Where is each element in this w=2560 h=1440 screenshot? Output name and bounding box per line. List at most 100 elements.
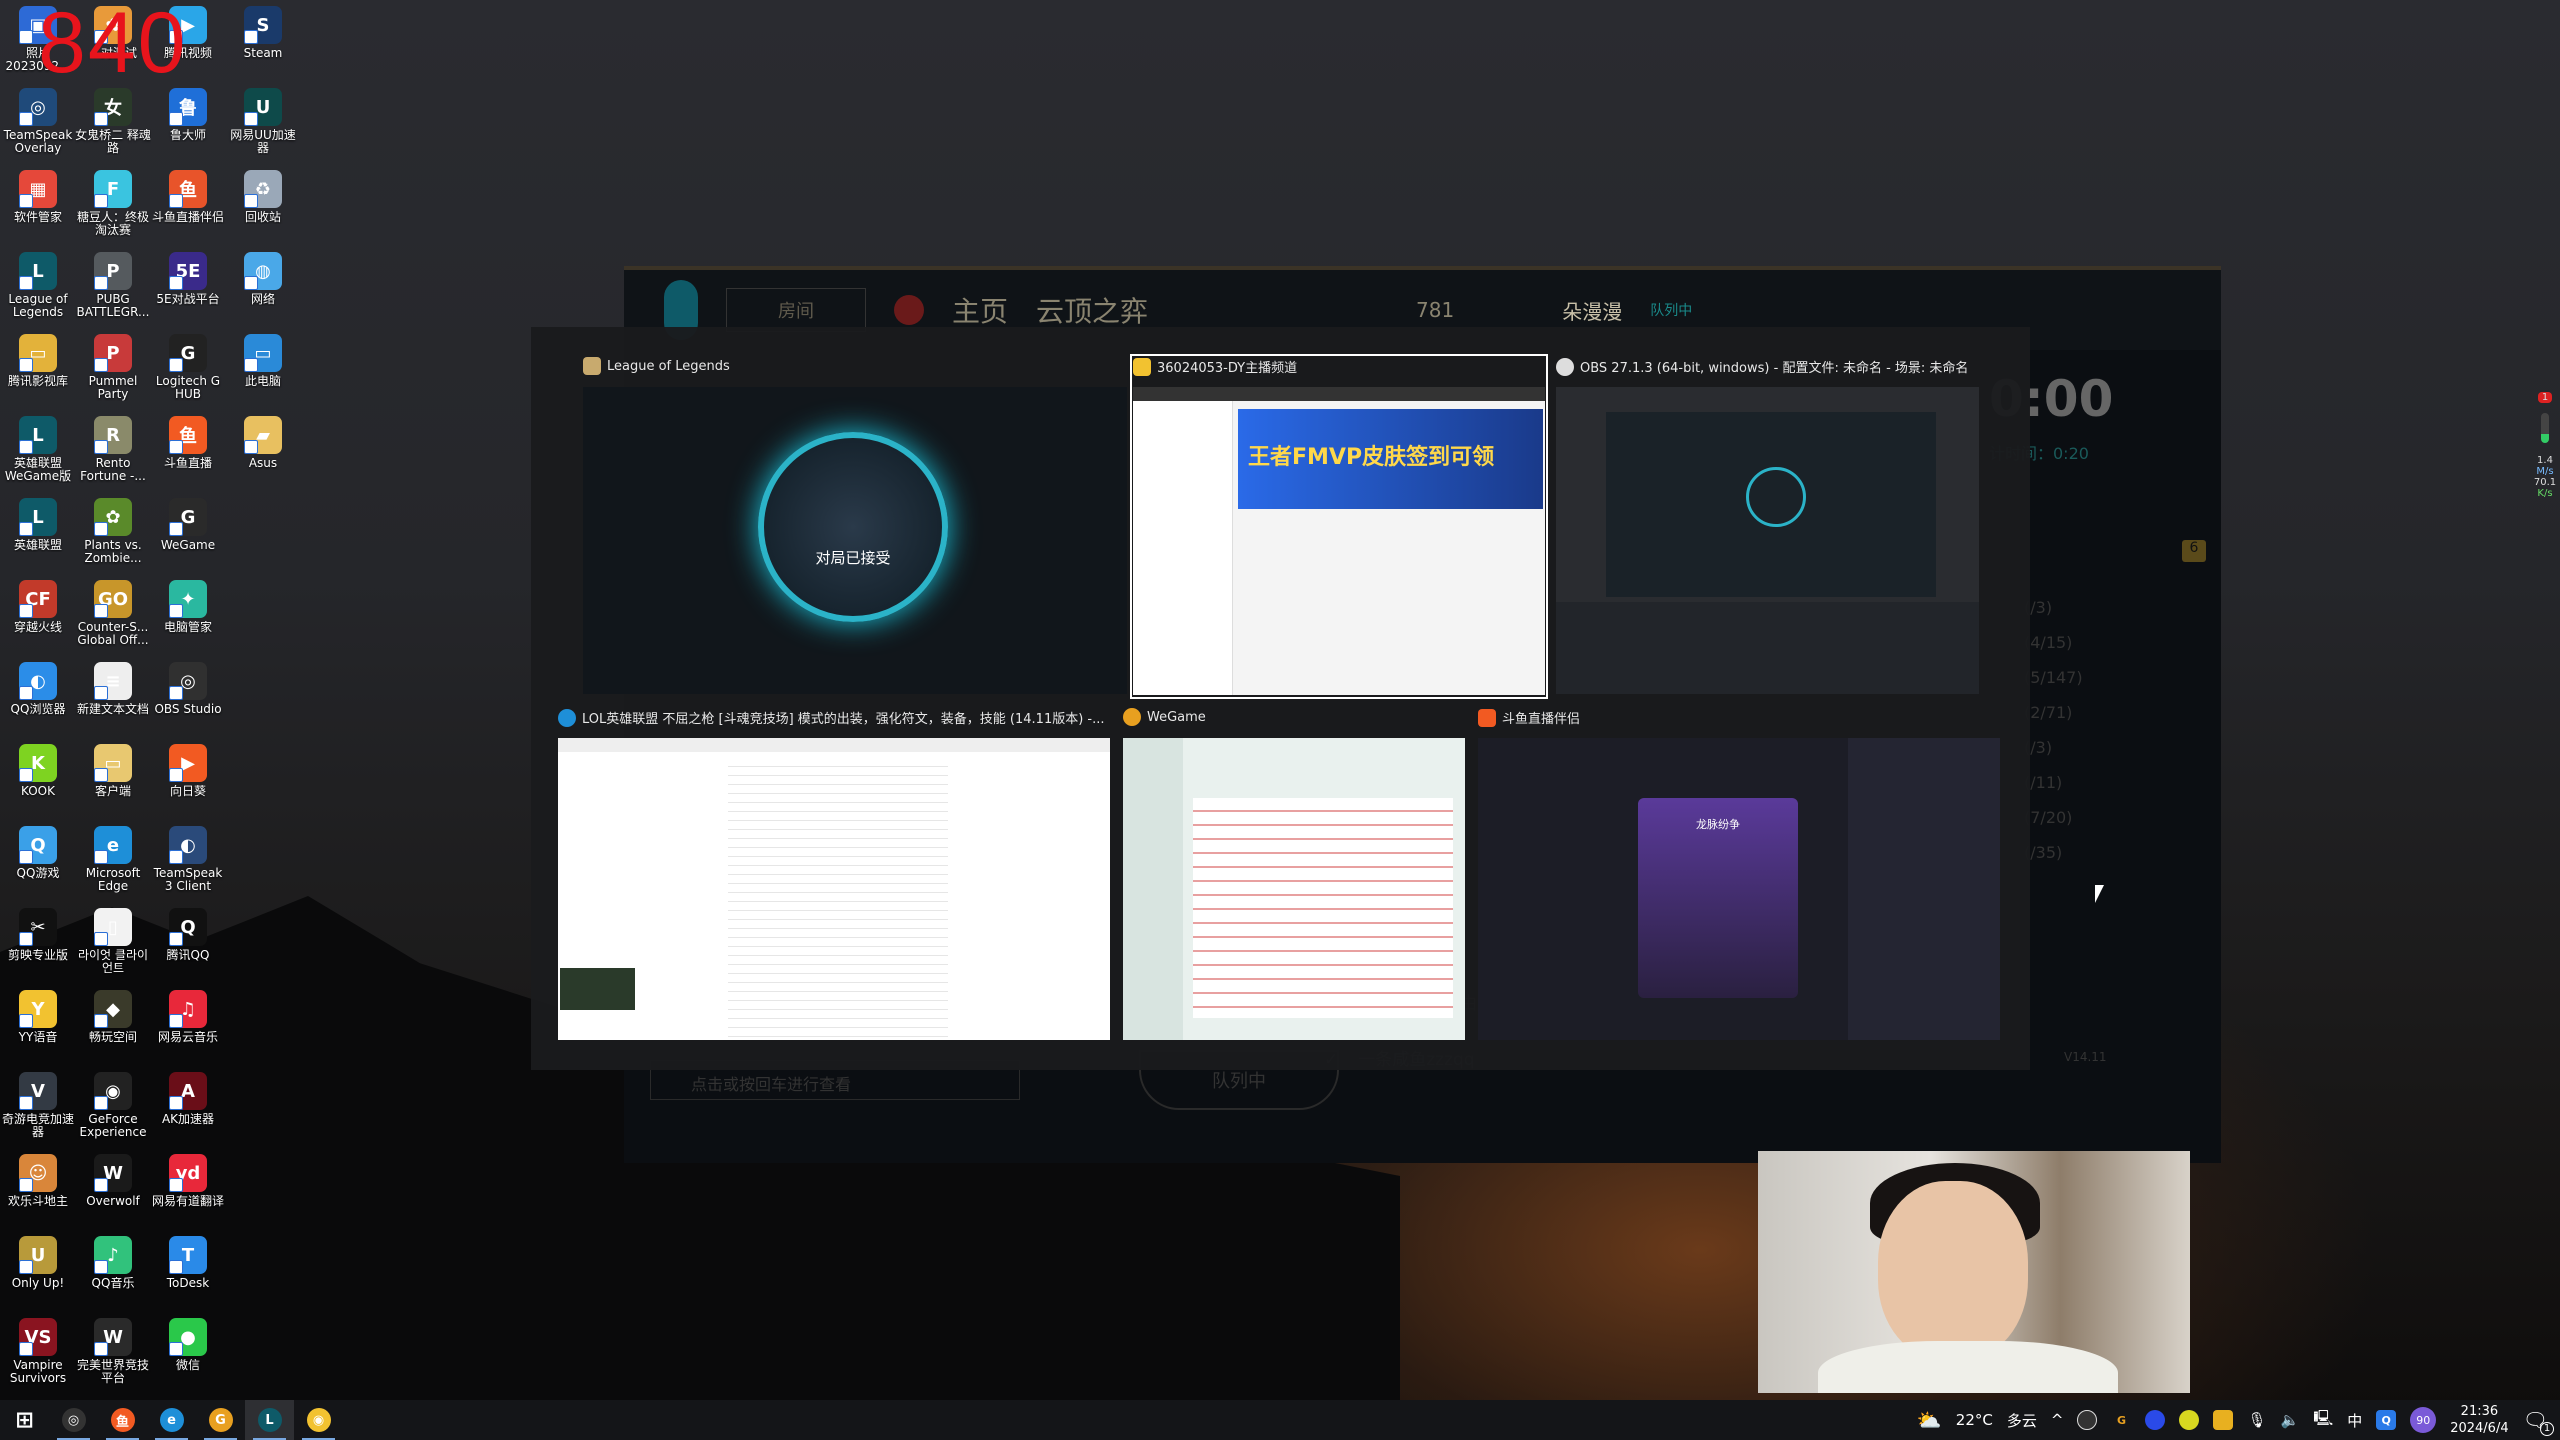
desktop-icon[interactable]: L 英雄联盟	[0, 492, 76, 574]
tray-badge-icon[interactable]: 90	[2410, 1407, 2437, 1433]
alert-icon[interactable]	[894, 295, 924, 325]
taskbar-start[interactable]: ⊞	[0, 1400, 49, 1440]
desktop-icon[interactable]: ▦ 软件管家	[0, 164, 76, 246]
desktop-icon[interactable]: ♪ QQ音乐	[75, 1230, 151, 1312]
desktop-icon[interactable]: U Only Up!	[0, 1230, 76, 1312]
client-version: V14.11	[2064, 1050, 2107, 1064]
qqmusic-tray-icon[interactable]	[2179, 1410, 2200, 1430]
desktop-icon[interactable]: ● 微信	[150, 1312, 226, 1394]
desktop-icon[interactable]: S Steam	[225, 0, 301, 82]
security-alert-icon[interactable]: 1	[2538, 392, 2552, 403]
desktop-icon[interactable]: T ToDesk	[150, 1230, 226, 1312]
desktop-icon[interactable]: ◍ 网络	[225, 246, 301, 328]
desktop-icon[interactable]: ▭ 此电脑	[225, 328, 301, 410]
desktop-icon[interactable]: ▰ Asus	[225, 410, 301, 492]
desktop-icon[interactable]: G Logitech G HUB	[150, 328, 226, 410]
desktop-icon[interactable]: e Microsoft Edge	[75, 820, 151, 902]
nav-home[interactable]: 主页	[952, 290, 1008, 330]
desktop-icon[interactable]: ◎ TeamSpeak Overlay	[0, 82, 76, 164]
window-thumb-lol[interactable]: League of Legends 对局已接受	[583, 357, 1127, 694]
desktop-icon[interactable]: ✦ 电脑管家	[150, 574, 226, 656]
desktop-icon[interactable]: ◉ GeForce Experience	[75, 1066, 151, 1148]
window-thumb-douyu-channel[interactable]: 36024053-DY主播频道 王者FMVP皮肤签到可领	[1133, 357, 1545, 695]
desktop-icon[interactable]: ◎ OBS Studio	[150, 656, 226, 738]
desktop-icon[interactable]: yd 网易有道翻译	[150, 1148, 226, 1230]
friend-group[interactable]: (5/147)	[2024, 660, 2083, 695]
desktop-icon[interactable]: ◐ TeamSpeak 3 Client	[150, 820, 226, 902]
currency-display[interactable]: 781	[1416, 298, 1454, 322]
obs-tray-icon[interactable]	[2077, 1410, 2098, 1430]
friend-group[interactable]: (2/71)	[2024, 695, 2083, 730]
weather-icon[interactable]: ⛅	[1917, 1408, 1942, 1432]
desktop-icon[interactable]: W Overwolf	[75, 1148, 151, 1230]
desktop-icon[interactable]: R Rento Fortune -...	[75, 410, 151, 492]
douyu-tray-icon[interactable]	[2213, 1410, 2234, 1430]
desktop-icon[interactable]: W 完美世界竞技平台	[75, 1312, 151, 1394]
taskbar-douyu[interactable]: 鱼	[98, 1400, 147, 1440]
friend-group[interactable]: (/3)	[2024, 730, 2083, 765]
taskbar-obs[interactable]: ◎	[49, 1400, 98, 1440]
desktop-icon[interactable]: K KOOK	[0, 738, 76, 820]
clock[interactable]: 21:36 2024/6/4	[2450, 1403, 2508, 1437]
desktop-icon[interactable]: P PUBG BATTLEGR...	[75, 246, 151, 328]
desktop-icon[interactable]: ✂ 剪映专业版	[0, 902, 76, 984]
desktop-icon[interactable]: ▭ 腾讯影视库	[0, 328, 76, 410]
q-tray-icon[interactable]: Q	[2376, 1410, 2397, 1430]
desktop-icon[interactable]: 女女鬼桥二 释魂路	[75, 82, 151, 164]
microphone-icon[interactable]: 🎙	[2247, 1411, 2266, 1429]
desktop-icon[interactable]: GO Counter-S... Global Off...	[75, 574, 151, 656]
desktop-icon[interactable]: ✿ Plants vs. Zombie...	[75, 492, 151, 574]
desktop-icon[interactable]: ◆ 畅玩空间	[75, 984, 151, 1066]
friend-group[interactable]: (4/15)	[2024, 625, 2083, 660]
desktop-icon[interactable]: ◐ QQ浏览器	[0, 656, 76, 738]
taskbar-douyu-companion[interactable]: ◉	[294, 1400, 343, 1440]
desktop-icon[interactable]: CF 穿越火线	[0, 574, 76, 656]
desktop-icon[interactable]: 鱼斗鱼直播伴侣	[150, 164, 226, 246]
window-thumb-obs[interactable]: OBS 27.1.3 (64-bit, windows) - 配置文件: 未命名…	[1556, 357, 1979, 694]
friend-group[interactable]: (/11)	[2024, 765, 2083, 800]
wegame-tray-icon[interactable]: G	[2111, 1410, 2131, 1430]
desktop-icon[interactable]: ♻ 回收站	[225, 164, 301, 246]
nav-tft[interactable]: 云顶之弈	[1036, 290, 1148, 330]
desktop-icon[interactable]: A AK加速器	[150, 1066, 226, 1148]
friend-group[interactable]: (/35)	[2024, 835, 2083, 870]
network-icon[interactable]: 🖳	[2313, 1408, 2333, 1433]
weather-desc[interactable]: 多云	[2007, 1410, 2037, 1431]
desktop-icon[interactable]: Q 腾讯QQ	[150, 902, 226, 984]
lol-play-button[interactable]: 房间	[726, 288, 866, 332]
desktop-icon[interactable]: ▭ 客户端	[75, 738, 151, 820]
window-thumb-edge[interactable]: LOL英雄联盟 不屈之枪 [斗魂竞技场] 模式的出装，强化符文，装备，技能 (1…	[558, 708, 1110, 1040]
desktop-icon[interactable]: ☺ 欢乐斗地主	[0, 1148, 76, 1230]
desktop-icon[interactable]: 鲁鲁大师	[150, 82, 226, 164]
desktop-icon[interactable]: Q QQ游戏	[0, 820, 76, 902]
desktop-icon[interactable]: ≡ 新建文本文档	[75, 656, 151, 738]
desktop-icon[interactable]: VS Vampire Survivors	[0, 1312, 76, 1394]
taskbar-wegame[interactable]: G	[196, 1400, 245, 1440]
desktop-icon[interactable]: Y YY语音	[0, 984, 76, 1066]
desktop-icon[interactable]: 5E 5E对战平台	[150, 246, 226, 328]
desktop-icon[interactable]: ▶ 向日葵	[150, 738, 226, 820]
desktop-icon[interactable]: ▯ 라이엇 클라이언트	[75, 902, 151, 984]
shield-tray-icon[interactable]	[2145, 1410, 2166, 1430]
desktop-icon[interactable]: L League of Legends	[0, 246, 76, 328]
desktop-icon[interactable]: V 奇游电竞加速器	[0, 1066, 76, 1148]
desktop-icon[interactable]: G WeGame	[150, 492, 226, 574]
taskbar-edge[interactable]: e	[147, 1400, 196, 1440]
desktop-icon[interactable]: L 英雄联盟WeGame版	[0, 410, 76, 492]
tray-overflow-chevron-icon[interactable]: ^	[2051, 1411, 2064, 1429]
volume-icon[interactable]: 🔈	[2281, 1411, 2300, 1429]
notification-center-icon[interactable]: 🗨 1	[2523, 1408, 2554, 1436]
friend-group[interactable]: (/3)	[2024, 590, 2083, 625]
window-thumb-douyu-companion[interactable]: 斗鱼直播伴侣 龙脉纷争	[1478, 708, 2000, 1040]
username[interactable]: 朵漫漫	[1562, 296, 1622, 325]
weather-temp[interactable]: 22°C	[1956, 1411, 1993, 1429]
ime-indicator[interactable]: 中	[2347, 1410, 2362, 1431]
desktop-icon[interactable]: P Pummel Party	[75, 328, 151, 410]
friend-group[interactable]: (7/20)	[2024, 800, 2083, 835]
desktop-icon[interactable]: ♫ 网易云音乐	[150, 984, 226, 1066]
taskbar-league-of-legends[interactable]: L	[245, 1400, 294, 1440]
desktop-icon[interactable]: F 糖豆人：终极淘汰赛	[75, 164, 151, 246]
window-thumb-wegame[interactable]: WeGame	[1123, 708, 1465, 1040]
desktop-icon[interactable]: U 网易UU加速器	[225, 82, 301, 164]
desktop-icon[interactable]: 鱼斗鱼直播	[150, 410, 226, 492]
